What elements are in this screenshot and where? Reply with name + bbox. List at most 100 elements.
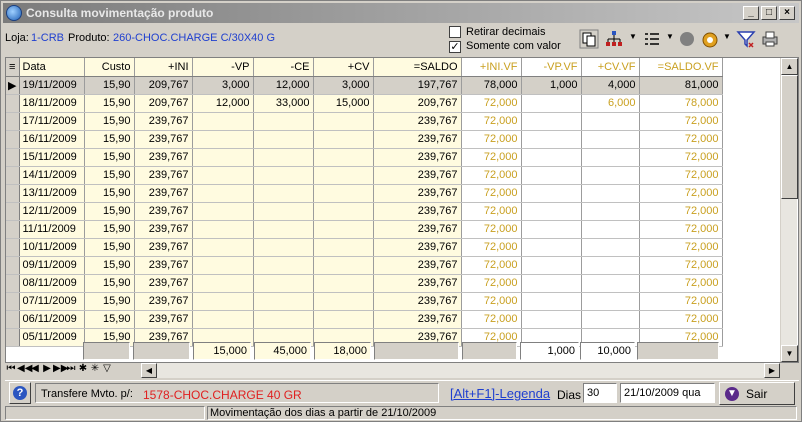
table-cell[interactable]: 72,000 [461,184,522,203]
table-cell[interactable]: 72,000 [461,148,522,167]
row-indicator[interactable] [6,310,20,329]
table-cell[interactable]: 239,767 [373,220,462,239]
table-cell[interactable]: 239,767 [134,184,193,203]
horizontal-scrollbar[interactable]: ◀ ▶ [141,363,780,378]
table-cell[interactable]: 239,767 [134,256,193,275]
table-cell[interactable] [192,256,254,275]
column-header[interactable]: +INI.VF [461,58,522,77]
first-record-icon[interactable]: ⏮ [5,363,17,374]
table-cell[interactable]: 15,90 [84,256,135,275]
table-cell[interactable]: 209,767 [134,94,193,113]
scroll-right-button[interactable]: ▶ [764,363,780,378]
table-cell[interactable]: 15,90 [84,220,135,239]
table-cell[interactable] [521,112,582,131]
table-cell[interactable]: 239,767 [373,256,462,275]
table-cell[interactable]: 239,767 [134,112,193,131]
table-cell[interactable] [313,256,374,275]
table-row[interactable]: 17/11/2009 15,90 239,767 239,767 72,000 72,00… [6,112,723,131]
row-indicator[interactable] [6,292,20,311]
table-cell[interactable]: 239,767 [373,274,462,293]
table-cell[interactable]: 09/11/2009 [19,256,85,275]
row-indicator[interactable] [6,274,20,293]
table-cell[interactable]: 07/11/2009 [19,292,85,311]
table-cell[interactable]: 15,90 [84,112,135,131]
table-cell[interactable]: 72,000 [461,256,522,275]
table-row[interactable]: 12/11/2009 15,90 239,767 239,767 72,000 72,00… [6,202,723,221]
table-cell[interactable]: 72,000 [639,238,723,257]
table-cell[interactable]: 05/11/2009 [19,328,85,347]
table-cell[interactable] [253,112,314,131]
table-cell[interactable]: 15,90 [84,310,135,329]
table-row[interactable]: ▶ 19/11/2009 15,90 209,767 3,000 12,000 3,000 1… [6,76,723,95]
transfere-value[interactable]: 1578-CHOC.CHARGE 40 GR [143,388,302,402]
table-cell[interactable] [581,292,640,311]
scroll-thumb[interactable] [781,75,798,199]
table-cell[interactable] [253,184,314,203]
grid-menu-icon[interactable]: ≡ [6,58,20,77]
table-cell[interactable]: 81,000 [639,76,723,95]
table-cell[interactable]: 209,767 [373,94,462,113]
table-cell[interactable]: 72,000 [639,184,723,203]
table-cell[interactable] [253,292,314,311]
table-cell[interactable]: 239,767 [373,292,462,311]
table-cell[interactable] [253,148,314,167]
table-cell[interactable]: 11/11/2009 [19,220,85,239]
table-cell[interactable]: 15,90 [84,202,135,221]
table-cell[interactable]: 78,000 [461,76,522,95]
table-cell[interactable] [581,202,640,221]
row-indicator[interactable] [6,184,20,203]
table-cell[interactable] [581,112,640,131]
column-header[interactable]: +CV [313,58,374,77]
table-cell[interactable] [253,274,314,293]
table-cell[interactable] [581,184,640,203]
tree-icon[interactable] [604,29,624,49]
last-record-icon[interactable]: ⏭ [65,363,77,374]
table-cell[interactable] [313,184,374,203]
table-cell[interactable] [313,166,374,185]
dias-input[interactable]: 30 [583,383,617,403]
table-cell[interactable] [521,292,582,311]
print-icon[interactable] [760,29,780,49]
row-indicator[interactable] [6,94,20,113]
table-cell[interactable] [521,202,582,221]
table-cell[interactable] [192,184,254,203]
table-cell[interactable] [192,238,254,257]
row-indicator[interactable] [6,112,20,131]
table-cell[interactable]: 3,000 [313,76,374,95]
table-row[interactable]: 09/11/2009 15,90 239,767 239,767 72,000 72,00… [6,256,723,275]
column-header[interactable]: -VP [192,58,254,77]
table-cell[interactable]: 15,90 [84,130,135,149]
table-cell[interactable] [521,274,582,293]
table-cell[interactable] [521,148,582,167]
sair-button[interactable]: ▼ Sair [719,382,795,405]
table-cell[interactable]: 72,000 [461,220,522,239]
table-cell[interactable]: 239,767 [373,310,462,329]
prior-page-icon[interactable]: ◀◀ [17,363,32,374]
table-row[interactable]: 11/11/2009 15,90 239,767 239,767 72,000 72,00… [6,220,723,239]
table-cell[interactable] [313,310,374,329]
table-cell[interactable]: 72,000 [461,202,522,221]
table-cell[interactable] [521,166,582,185]
table-cell[interactable]: 14/11/2009 [19,166,85,185]
table-cell[interactable] [253,310,314,329]
table-cell[interactable]: 72,000 [639,256,723,275]
table-cell[interactable]: 3,000 [192,76,254,95]
row-indicator[interactable] [6,238,20,257]
column-header[interactable]: -VP.VF [521,58,582,77]
table-cell[interactable] [521,184,582,203]
legenda-link[interactable]: [Alt+F1]-Legenda [450,386,550,401]
table-cell[interactable]: 16/11/2009 [19,130,85,149]
table-cell[interactable] [581,148,640,167]
bookmark-icon[interactable]: ✳ [89,363,101,374]
table-cell[interactable]: 239,767 [134,238,193,257]
current-row-indicator-icon[interactable]: ▶ [6,76,20,95]
scroll-down-button[interactable]: ▼ [781,345,798,362]
table-cell[interactable]: 72,000 [639,112,723,131]
table-cell[interactable]: 19/11/2009 [19,76,85,95]
table-row[interactable]: 18/11/2009 15,90 209,767 12,000 33,000 15,000… [6,94,723,113]
table-cell[interactable] [521,256,582,275]
table-cell[interactable]: 15/11/2009 [19,148,85,167]
table-cell[interactable]: 239,767 [134,202,193,221]
table-cell[interactable]: 72,000 [461,310,522,329]
table-cell[interactable]: 72,000 [461,112,522,131]
